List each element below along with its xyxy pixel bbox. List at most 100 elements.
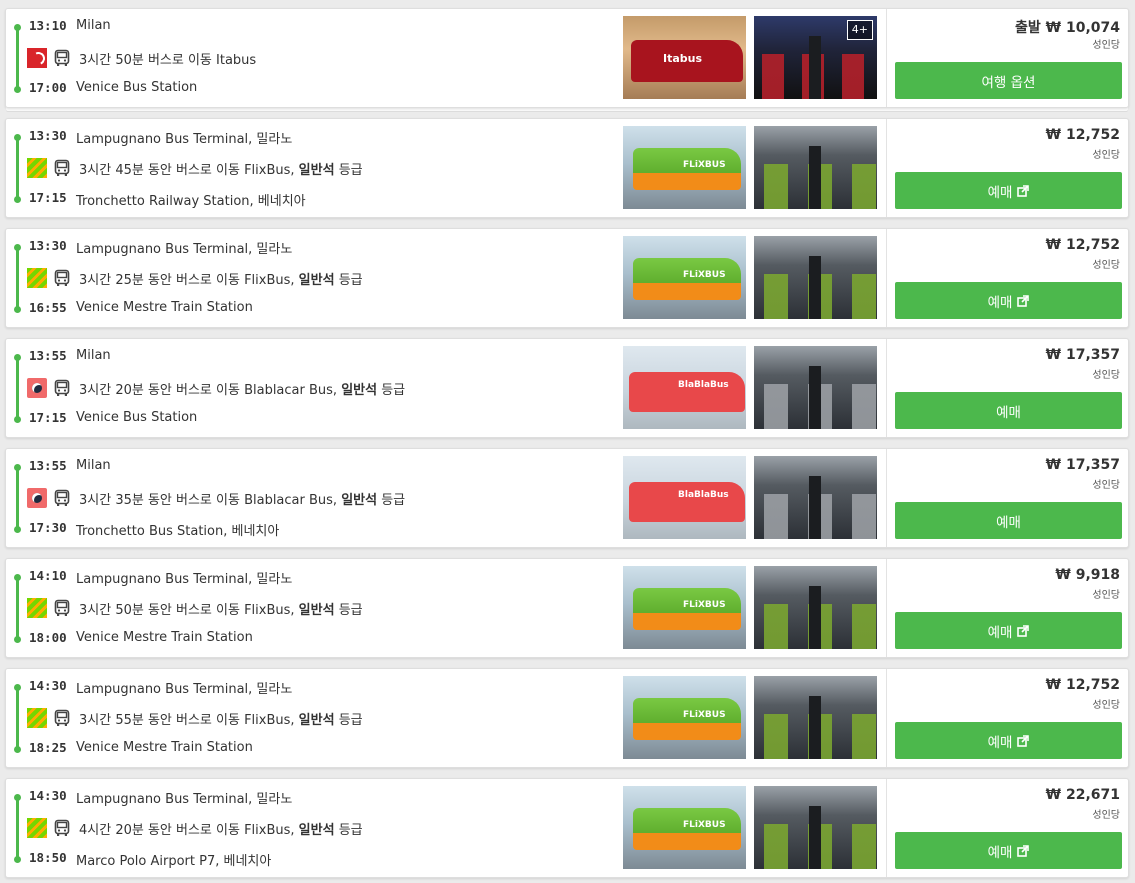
- bus-exterior-photo[interactable]: FLiXBUS: [623, 236, 746, 319]
- trip-card[interactable]: 14:10 Lampugnano Bus Terminal, 밀라노 3시간 5…: [5, 558, 1129, 658]
- duration-operator-text: 3시간 45분 동안 버스로 이동 FlixBus,: [79, 162, 299, 178]
- bus-exterior-photo[interactable]: FLiXBUS: [623, 126, 746, 209]
- more-photos-badge[interactable]: 4+: [846, 20, 873, 40]
- button-label: 여행 옵션: [981, 74, 1036, 91]
- bus-exterior-photo[interactable]: FLiXBUS: [623, 786, 746, 869]
- departure-dot: [14, 684, 21, 691]
- trip-card[interactable]: 13:55 Milan 3시간 35분 동안 버스로 이동 Blablacar …: [5, 448, 1129, 548]
- card-divider: [886, 339, 887, 437]
- per-adult-label: 성인당: [1092, 150, 1120, 161]
- duration-operator-text: 3시간 55분 동안 버스로 이동 FlixBus,: [79, 712, 299, 728]
- button-label: 예매: [996, 404, 1021, 421]
- trip-results-list: 13:10 Milan 3시간 50분 버스로 이동 Itabus 17:00 …: [0, 0, 1135, 883]
- card-divider: [886, 559, 887, 657]
- trip-details: 3시간 35분 동안 버스로 이동 Blablacar Bus, 일반석 등급: [27, 487, 405, 509]
- button-label: 예매: [987, 294, 1013, 311]
- bus-exterior-photo[interactable]: BlaBlaBus: [623, 456, 746, 539]
- book-button[interactable]: 예매: [895, 612, 1122, 649]
- departure-time: 14:30: [29, 788, 67, 803]
- button-label: 예매: [987, 624, 1013, 641]
- external-link-icon: [1017, 294, 1030, 307]
- trip-details: 3시간 25분 동안 버스로 이동 FlixBus, 일반석 등급: [27, 267, 363, 289]
- book-button[interactable]: 예매: [895, 172, 1122, 209]
- arrival-dot: [14, 196, 21, 203]
- book-button[interactable]: 예매: [895, 502, 1122, 539]
- price: ₩ 9,918: [1055, 567, 1120, 583]
- trip-options-button[interactable]: 여행 옵션: [895, 62, 1122, 99]
- bus-interior-photo[interactable]: 4+: [754, 16, 877, 99]
- button-label: 예매: [987, 734, 1013, 751]
- bus-interior-photo[interactable]: [754, 126, 877, 209]
- trip-description: 3시간 55분 동안 버스로 이동 FlixBus, 일반석 등급: [79, 709, 363, 728]
- fare-class-suffix: 등급: [334, 272, 363, 288]
- blablacar-logo-icon: [27, 488, 47, 508]
- bus-interior-photo[interactable]: [754, 456, 877, 539]
- book-button[interactable]: 예매: [895, 282, 1122, 319]
- trip-card[interactable]: 13:55 Milan 3시간 20분 동안 버스로 이동 Blablacar …: [5, 338, 1129, 438]
- bus-exterior-photo[interactable]: FLiXBUS: [623, 566, 746, 649]
- trip-details: 3시간 55분 동안 버스로 이동 FlixBus, 일반석 등급: [27, 707, 363, 729]
- external-link-icon: [1017, 184, 1030, 197]
- trip-card[interactable]: 14:30 Lampugnano Bus Terminal, 밀라노 4시간 2…: [5, 778, 1129, 878]
- trip-card[interactable]: 13:10 Milan 3시간 50분 버스로 이동 Itabus 17:00 …: [5, 8, 1129, 108]
- bus-brand-label: FLiXBUS: [683, 600, 726, 610]
- trip-card[interactable]: 13:30 Lampugnano Bus Terminal, 밀라노 3시간 2…: [5, 228, 1129, 328]
- bus-interior-photo[interactable]: [754, 566, 877, 649]
- arrival-station: Marco Polo Airport P7, 베네치아: [76, 854, 272, 869]
- departure-dot: [14, 244, 21, 251]
- itabus-logo-icon: [27, 48, 47, 68]
- card-divider: [886, 669, 887, 767]
- departure-time: 13:55: [29, 348, 67, 363]
- book-button[interactable]: 예매: [895, 832, 1122, 869]
- external-link-icon: [1017, 734, 1030, 747]
- departure-dot: [14, 134, 21, 141]
- fare-class: 일반석: [341, 382, 378, 398]
- bus-interior-photo[interactable]: [754, 346, 877, 429]
- bus-exterior-photo[interactable]: Itabus: [623, 16, 746, 99]
- arrival-dot: [14, 86, 21, 93]
- bus-exterior-photo[interactable]: FLiXBUS: [623, 676, 746, 759]
- price: ₩ 12,752: [1045, 677, 1120, 693]
- card-divider: [886, 9, 887, 107]
- departure-dot: [14, 794, 21, 801]
- bus-interior-photo[interactable]: [754, 676, 877, 759]
- departure-station: Lampugnano Bus Terminal, 밀라노: [76, 132, 293, 147]
- arrival-time: 17:15: [29, 410, 67, 425]
- trip-details: 3시간 20분 동안 버스로 이동 Blablacar Bus, 일반석 등급: [27, 377, 405, 399]
- bus-brand-label: FLiXBUS: [683, 160, 726, 170]
- card-divider: [886, 449, 887, 547]
- fare-class-suffix: 등급: [334, 712, 363, 728]
- book-button[interactable]: 예매: [895, 392, 1122, 429]
- price: ₩ 12,752: [1045, 127, 1120, 143]
- price: ₩ 17,357: [1045, 347, 1120, 363]
- bus-interior-photo[interactable]: [754, 236, 877, 319]
- arrival-station: Tronchetto Bus Station, 베네치아: [76, 524, 280, 539]
- per-adult-label: 성인당: [1092, 700, 1120, 711]
- trip-details: 3시간 45분 동안 버스로 이동 FlixBus, 일반석 등급: [27, 157, 363, 179]
- trip-description: 3시간 45분 동안 버스로 이동 FlixBus, 일반석 등급: [79, 159, 363, 178]
- trip-card[interactable]: 14:30 Lampugnano Bus Terminal, 밀라노 3시간 5…: [5, 668, 1129, 768]
- departure-station: Milan: [76, 348, 111, 363]
- duration-operator-text: 3시간 50분 버스로 이동 Itabus: [79, 52, 257, 68]
- bus-brand-label: FLiXBUS: [683, 270, 726, 280]
- arrival-time: 17:30: [29, 520, 67, 535]
- button-label: 예매: [987, 844, 1013, 861]
- arrival-station: Venice Mestre Train Station: [76, 630, 253, 645]
- trip-card[interactable]: 13:30 Lampugnano Bus Terminal, 밀라노 3시간 4…: [5, 118, 1129, 218]
- departure-station: Milan: [76, 458, 111, 473]
- bus-interior-photo[interactable]: [754, 786, 877, 869]
- bus-brand-label: BlaBlaBus: [678, 490, 729, 500]
- external-link-icon: [1017, 624, 1030, 637]
- price: ₩ 12,752: [1045, 237, 1120, 253]
- book-button[interactable]: 예매: [895, 722, 1122, 759]
- departure-time: 13:55: [29, 458, 67, 473]
- flixbus-logo-icon: [27, 708, 47, 728]
- per-adult-label: 성인당: [1092, 590, 1120, 601]
- trip-details: 3시간 50분 버스로 이동 Itabus: [27, 47, 256, 69]
- route-timeline-line: [16, 27, 19, 90]
- bus-exterior-photo[interactable]: BlaBlaBus: [623, 346, 746, 429]
- arrival-time: 16:55: [29, 300, 67, 315]
- route-timeline-line: [16, 467, 19, 530]
- fare-class-suffix: 등급: [377, 382, 406, 398]
- fare-class-suffix: 등급: [334, 162, 363, 178]
